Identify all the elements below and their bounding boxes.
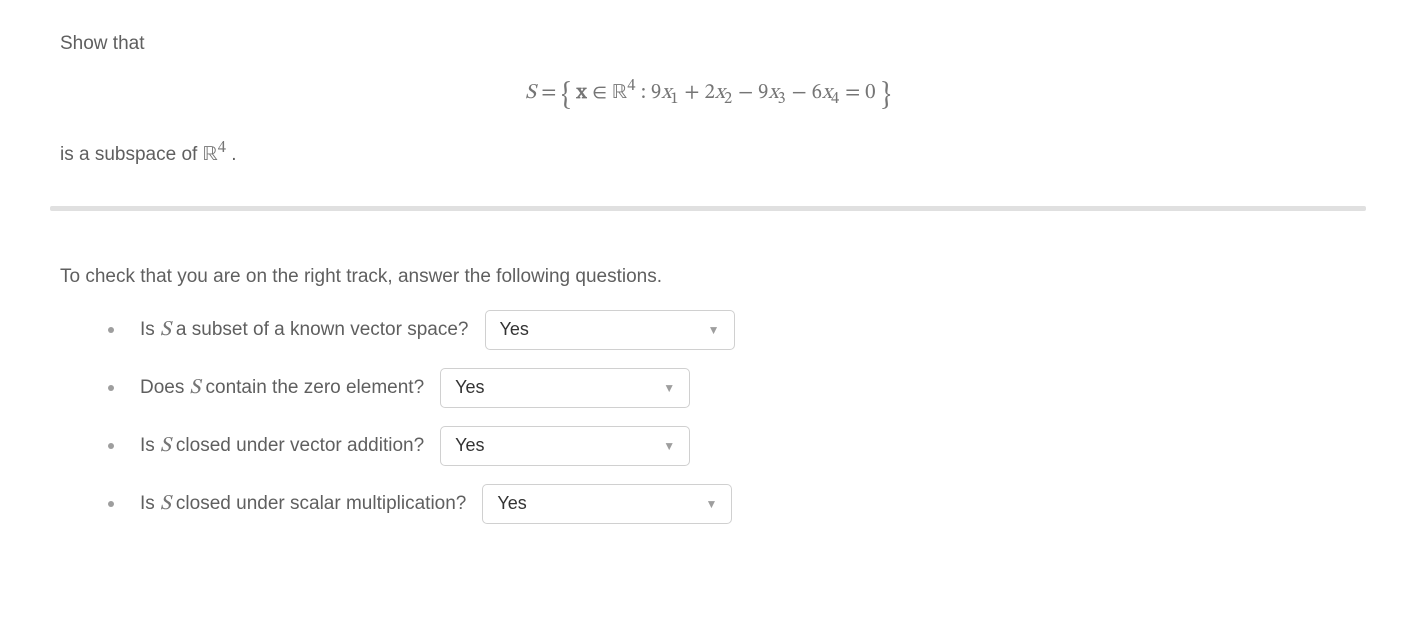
question-label: Is S closed under vector addition? bbox=[140, 433, 424, 459]
chevron-down-icon: ▼ bbox=[663, 439, 675, 453]
bullet-icon bbox=[108, 327, 114, 333]
list-item: Is S closed under vector addition? Yes ▼ bbox=[108, 426, 1356, 466]
dropdown-value: Yes bbox=[497, 493, 526, 514]
outro-suffix: . bbox=[226, 144, 237, 165]
space-symbol: ℝ4 bbox=[203, 144, 226, 165]
answer-dropdown-2[interactable]: Yes ▼ bbox=[440, 368, 690, 408]
question-label: Is S a subset of a known vector space? bbox=[140, 317, 469, 343]
dropdown-value: Yes bbox=[455, 377, 484, 398]
chevron-down-icon: ▼ bbox=[705, 497, 717, 511]
dropdown-value: Yes bbox=[455, 435, 484, 456]
label-suffix: closed under scalar multiplication? bbox=[171, 493, 467, 514]
question-label: Does S contain the zero element? bbox=[140, 375, 424, 401]
section-divider bbox=[50, 206, 1366, 211]
answer-dropdown-4[interactable]: Yes ▼ bbox=[482, 484, 732, 524]
list-item: Is S closed under scalar multiplication?… bbox=[108, 484, 1356, 524]
equation-display: S = { x ∈ ℝ4 : 9x1 + 2x2 − 9x3 − 6x4 = 0… bbox=[60, 77, 1356, 115]
label-prefix: Does bbox=[140, 377, 190, 398]
math-S: S bbox=[160, 319, 171, 340]
label-prefix: Is bbox=[140, 319, 160, 340]
problem-intro: Show that bbox=[60, 30, 1356, 59]
chevron-down-icon: ▼ bbox=[663, 381, 675, 395]
answer-dropdown-1[interactable]: Yes ▼ bbox=[485, 310, 735, 350]
list-item: Does S contain the zero element? Yes ▼ bbox=[108, 368, 1356, 408]
math-S: S bbox=[190, 377, 201, 398]
bullet-icon bbox=[108, 385, 114, 391]
math-S: S bbox=[160, 435, 171, 456]
label-suffix: a subset of a known vector space? bbox=[171, 319, 469, 340]
problem-outro: is a subspace of ℝ4 . bbox=[60, 139, 1356, 171]
check-intro: To check that you are on the right track… bbox=[60, 263, 1356, 292]
label-prefix: Is bbox=[140, 493, 160, 514]
list-item: Is S a subset of a known vector space? Y… bbox=[108, 310, 1356, 350]
math-S: S bbox=[160, 493, 171, 514]
question-list: Is S a subset of a known vector space? Y… bbox=[60, 310, 1356, 524]
label-prefix: Is bbox=[140, 435, 160, 456]
answer-dropdown-3[interactable]: Yes ▼ bbox=[440, 426, 690, 466]
question-label: Is S closed under scalar multiplication? bbox=[140, 491, 466, 517]
bullet-icon bbox=[108, 443, 114, 449]
label-suffix: contain the zero element? bbox=[200, 377, 424, 398]
dropdown-value: Yes bbox=[500, 319, 529, 340]
chevron-down-icon: ▼ bbox=[708, 323, 720, 337]
label-suffix: closed under vector addition? bbox=[171, 435, 425, 456]
outro-prefix: is a subspace of bbox=[60, 144, 203, 165]
bullet-icon bbox=[108, 501, 114, 507]
